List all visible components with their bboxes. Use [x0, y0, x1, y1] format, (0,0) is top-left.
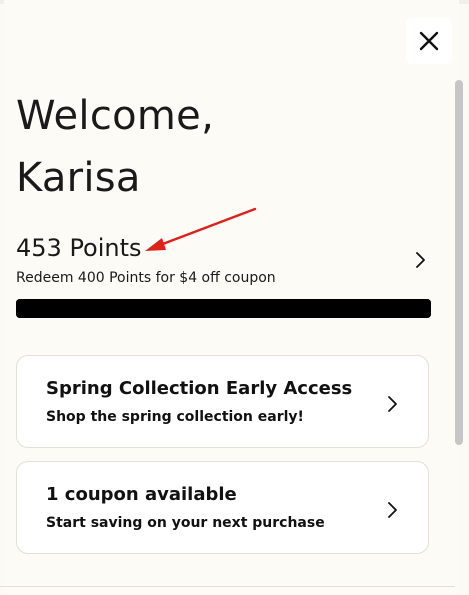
points-progress-bar	[16, 299, 431, 318]
close-icon	[419, 31, 439, 51]
chevron-right-icon	[416, 252, 425, 268]
coupon-card[interactable]: 1 coupon available Start saving on your …	[16, 461, 429, 554]
points-row[interactable]: 453 Points Redeem 400 Points for $4 off …	[0, 228, 455, 293]
card-subtitle: Start saving on your next purchase	[46, 515, 325, 531]
early-access-card[interactable]: Spring Collection Early Access Shop the …	[16, 355, 429, 448]
chevron-right-icon	[388, 396, 397, 412]
divider	[0, 586, 455, 587]
close-button[interactable]	[406, 18, 452, 64]
rewards-panel: Welcome, Karisa 453 Points Redeem 400 Po…	[0, 0, 469, 595]
scrollbar[interactable]	[455, 80, 463, 445]
chevron-right-icon	[388, 502, 397, 518]
welcome-line: Welcome,	[16, 93, 215, 139]
card-subtitle: Shop the spring collection early!	[46, 409, 304, 425]
card-title: 1 coupon available	[46, 484, 237, 505]
points-balance: 453 Points	[16, 234, 142, 262]
points-redeem-text: Redeem 400 Points for $4 off coupon	[16, 270, 276, 286]
card-title: Spring Collection Early Access	[46, 378, 353, 399]
points-progress-fill	[16, 299, 431, 318]
user-name: Karisa	[16, 155, 141, 201]
welcome-heading: Welcome, Karisa	[16, 85, 214, 209]
